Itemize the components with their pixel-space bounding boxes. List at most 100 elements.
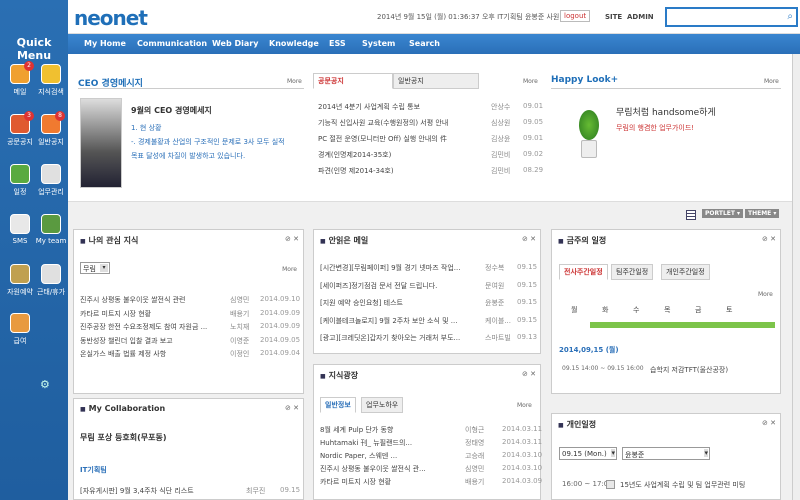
ceo-line: -. 경제불황과 산업의 구조적인 문제로 3사 모두 실적 [131, 138, 285, 146]
tab-personal-weekly[interactable]: 개인주간일정 [661, 264, 710, 280]
quick-menu-label: 근태/휴가 [36, 288, 66, 296]
portlet-title: 나의 관심 지식 [80, 235, 139, 246]
ceo-more-link[interactable]: More [287, 78, 302, 85]
chevron-down-icon: ▾ [100, 264, 108, 272]
grid-icon[interactable] [686, 210, 696, 220]
tab-know-how[interactable]: 업무노하우 [361, 397, 404, 413]
personal-item[interactable]: 15년도 사업계획 수립 및 팀 업무관련 미팅 [620, 480, 745, 490]
quick-menu-label: My team [35, 237, 67, 245]
user-select[interactable]: 윤봉준 ▾ [622, 447, 710, 460]
tab-team-weekly[interactable]: 팀주간일정 [611, 264, 654, 280]
mail-row[interactable]: [광고][크레딧온]갑자기 찾아오는 거래처 부도... 스마트빌 09.13 [320, 333, 547, 343]
quick-menu-item[interactable]: 급여 [3, 313, 37, 359]
tab-general-notice[interactable]: 일반공지 [393, 73, 479, 89]
logo[interactable]: neonet [74, 6, 148, 30]
nav-knowledge[interactable]: Knowledge [269, 39, 319, 48]
quick-menu-item[interactable]: 근태/휴가 [34, 264, 68, 310]
portlet-controls[interactable]: ⊘ ✕ [522, 370, 536, 378]
tab-official-notice[interactable]: 공문공지 [313, 73, 393, 89]
knowledge-more-link[interactable]: More [517, 402, 532, 409]
notice-icon: 3 [10, 111, 34, 134]
date-select[interactable]: 09.15 (Mon.) ▾ [559, 447, 617, 460]
row-author: 이영준 [230, 336, 250, 345]
row-title: [케이블테크놀로지] 9월 2주차 보안 소식 및 ... [320, 316, 458, 325]
collab-item[interactable]: IT기획팀 [80, 465, 107, 475]
nav-system[interactable]: System [362, 39, 395, 48]
search-icon[interactable]: ⌕ [787, 11, 793, 22]
interest-row[interactable]: 온실가스 배출 법률 제정 사항 이정인 2014.09.04 [80, 349, 300, 359]
scrollbar[interactable] [792, 54, 800, 500]
interest-row[interactable]: 진주시 상평동 불우이웃 쌀전식 관련 심영민 2014.09.10 [80, 295, 300, 305]
collab-row[interactable]: [자유게시판] 9월 3,4주차 식단 리스트 [80, 486, 194, 496]
row-title: 진주시 상평동 불우이웃 쌀전식 관련 [80, 296, 186, 304]
mail-row[interactable]: [케이블테크놀로지] 9월 2주차 보안 소식 및 ... 케이블... 09.15 [320, 316, 547, 326]
schedule-bar[interactable] [590, 322, 775, 328]
interest-row[interactable]: 카타르 미트지 시장 현황 배용기 2014.09.09 [80, 309, 300, 319]
knowledge-row[interactable]: Nordic Paper, 스웨덴 ... 고승래 2014.03.10 [320, 451, 542, 461]
nav-web-diary[interactable]: Web Diary [212, 39, 258, 48]
site-link[interactable]: SITE [605, 13, 622, 21]
interest-more-link[interactable]: More [282, 266, 297, 273]
notice-row[interactable]: 기능직 신입사원 교육(수행원정의) 서평 안내 심상원 09.05 [318, 118, 553, 128]
quick-menu-label: 지식검색 [38, 88, 64, 96]
ceo-heading[interactable]: 9월의 CEO 경영메세지 [131, 105, 212, 116]
notice-row[interactable]: 파견(인명 제2014-34호) 김민비 08.29 [318, 166, 553, 176]
search-input[interactable]: ⌕ [665, 7, 798, 27]
knowledge-row[interactable]: 진주시 상평동 불우이웃 쌀전식 관... 심영민 2014.03.10 [320, 464, 542, 474]
portlet-controls[interactable]: ⊘ ✕ [285, 404, 299, 412]
quick-menu-item[interactable]: 일정 [3, 164, 37, 210]
row-title: 2014년 4분기 사업계획 수립 통보 [318, 103, 421, 111]
happy-more-link[interactable]: More [764, 78, 779, 85]
quick-menu-item[interactable]: My team [34, 214, 68, 260]
logout-button[interactable]: logout [560, 10, 591, 22]
happy-line[interactable]: 무림처럼 handsome하게 [616, 105, 716, 118]
notice-row[interactable]: 2014년 4분기 사업계획 수립 통보 안상수 09.01 [318, 102, 553, 112]
admin-link[interactable]: ADMIN [627, 13, 654, 21]
quick-menu-item[interactable]: 지식검색 [34, 64, 68, 110]
row-title: 카타르 미트지 시장 현황 [320, 478, 392, 486]
quick-menu-item[interactable]: 8 일반공지 [34, 111, 68, 160]
schedule-item[interactable]: 습학지 저감TFT(울산공장) [650, 365, 728, 375]
quick-menu-item[interactable]: 자원예약 [3, 264, 37, 310]
portlet-button[interactable]: PORTLET ▾ [702, 209, 744, 218]
portlet-controls[interactable]: ⊘ ✕ [762, 235, 776, 243]
mail-row[interactable]: [세이퍼즈]정기점검 문서 전달 드립니다. 문여원 09.15 [320, 281, 547, 291]
portlet-title: 개인일정 [558, 419, 596, 430]
tab-company-weekly[interactable]: 전사주간일정 [559, 264, 608, 280]
row-title: 진주시 상평동 불우이웃 쌀전식 관... [320, 465, 426, 473]
quick-menu-item[interactable]: 2 메일 [3, 61, 37, 110]
collab-item[interactable]: 무림 포상 등호회(무포동) [80, 432, 166, 443]
notice-row[interactable]: PC 절전 운영(모니터만 Off) 실행 안내의 件 김상윤 09.01 [318, 134, 553, 144]
quick-menu-item[interactable]: 3 공문공지 [3, 111, 37, 160]
mail-row[interactable]: [지원 예약 승인요청] 테스트 윤봉준 09.15 [320, 298, 547, 308]
portlet-title: 지식광장 [320, 370, 358, 381]
mail-row[interactable]: [시간변경][무림페이퍼] 9월 경기 넷마즈 작업... 정수복 09.15 [320, 263, 547, 273]
row-date: 2014.03.11 [502, 425, 543, 433]
day-header: 금 [695, 306, 702, 314]
quick-menu-item[interactable]: 업무관리 [34, 164, 68, 210]
row-author: 심상원 [491, 119, 511, 127]
tab-general-info[interactable]: 일반정보 [320, 397, 356, 413]
notice-row[interactable]: 경계(인명제2014-35호) 김민비 09.02 [318, 150, 553, 160]
gear-icon[interactable]: ⚙ [40, 378, 52, 391]
portlet-controls[interactable]: ⊘ ✕ [285, 235, 299, 243]
row-title: [세이퍼즈]정기점검 문서 전달 드립니다. [320, 281, 438, 290]
portlet-controls[interactable]: ⊘ ✕ [762, 419, 776, 427]
notice-more-link[interactable]: More [523, 78, 538, 85]
row-title: 진주공장 한전 수요조정제도 참여 자원금 ... [80, 323, 208, 331]
schedule-more-link[interactable]: More [758, 291, 773, 298]
nav-my-home[interactable]: My Home [84, 39, 126, 48]
nav-ess[interactable]: ESS [329, 39, 346, 48]
category-select[interactable]: 무림 ▾ [80, 262, 110, 274]
quick-menu-item[interactable]: SMS [3, 214, 37, 260]
portlet-controls[interactable]: ⊘ ✕ [522, 235, 536, 243]
row-title: 동반성장 챌린더 입찰 결과 보고 [80, 336, 173, 345]
interest-row[interactable]: 동반성장 챌린더 입찰 결과 보고 이영준 2014.09.05 [80, 336, 300, 346]
knowledge-row[interactable]: 카타르 미트지 시장 현황 배용기 2014.03.09 [320, 477, 542, 487]
theme-button[interactable]: THEME ▾ [745, 209, 780, 218]
knowledge-row[interactable]: Huhtamaki 刊_ 뉴필랜드의... 정태영 2014.03.11 [320, 438, 542, 448]
knowledge-row[interactable]: 8월 세계 Pulp 단가 동향 이형근 2014.03.11 [320, 425, 542, 435]
nav-search[interactable]: Search [409, 39, 440, 48]
nav-communication[interactable]: Communication [137, 39, 207, 48]
interest-row[interactable]: 진주공장 한전 수요조정제도 참여 자원금 ... 노치재 2014.09.09 [80, 322, 300, 332]
